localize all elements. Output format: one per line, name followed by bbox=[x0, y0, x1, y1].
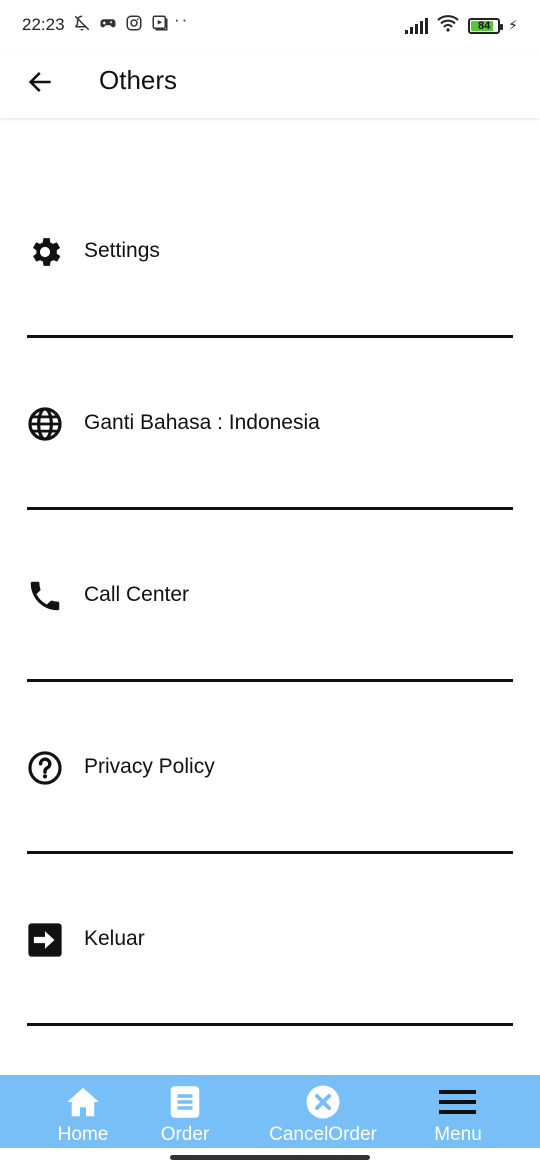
home-indicator[interactable] bbox=[170, 1155, 370, 1160]
menu-item-logout[interactable]: Keluar bbox=[0, 854, 540, 1026]
nav-item-home[interactable]: Home bbox=[24, 1075, 142, 1148]
menu-item-label: Ganti Bahasa : Indonesia bbox=[84, 411, 320, 434]
status-notification-icons bbox=[73, 14, 169, 32]
nav-label: CancelOrder bbox=[269, 1124, 377, 1145]
help-circle-icon bbox=[26, 749, 64, 787]
divider bbox=[27, 1023, 513, 1026]
back-button[interactable] bbox=[20, 64, 60, 104]
bottom-navigation: Home Order CancelOrder Menu bbox=[0, 1075, 540, 1148]
cancel-circle-icon bbox=[305, 1083, 341, 1121]
globe-icon bbox=[26, 405, 64, 443]
menu-item-settings[interactable]: Settings bbox=[0, 166, 540, 338]
nav-item-cancel-order[interactable]: CancelOrder bbox=[260, 1075, 386, 1148]
instagram-icon bbox=[125, 14, 143, 32]
nav-label: Menu bbox=[434, 1124, 482, 1145]
status-bar: 22:23 ·· 84 ⚡ bbox=[0, 0, 540, 52]
menu-item-label: Privacy Policy bbox=[84, 755, 215, 778]
nav-item-menu[interactable]: Menu bbox=[408, 1075, 508, 1148]
nav-label: Order bbox=[160, 1124, 210, 1145]
charging-icon: ⚡ bbox=[508, 17, 518, 33]
nav-item-order[interactable]: Order bbox=[132, 1075, 238, 1148]
menu-item-label: Settings bbox=[84, 239, 160, 262]
menu-item-label: Keluar bbox=[84, 927, 145, 950]
hamburger-icon bbox=[438, 1083, 478, 1121]
status-system-icons: 84 ⚡ bbox=[405, 14, 518, 37]
status-time: 22:23 bbox=[22, 15, 65, 34]
battery-level: 84 bbox=[478, 19, 491, 32]
menu-item-privacy-policy[interactable]: Privacy Policy bbox=[0, 682, 540, 854]
app-bar: Others bbox=[0, 52, 540, 118]
more-dots-icon: ·· bbox=[174, 10, 190, 29]
exit-arrow-icon bbox=[26, 921, 64, 959]
game-icon bbox=[99, 14, 117, 32]
nav-label: Home bbox=[57, 1124, 109, 1145]
document-icon bbox=[167, 1083, 203, 1121]
phone-icon bbox=[26, 577, 64, 615]
menu-item-call-center[interactable]: Call Center bbox=[0, 510, 540, 682]
home-icon bbox=[64, 1083, 102, 1121]
page-title: Others bbox=[99, 65, 178, 95]
gear-icon bbox=[26, 233, 64, 271]
battery-icon: 84 bbox=[468, 17, 504, 34]
menu-item-language[interactable]: Ganti Bahasa : Indonesia bbox=[0, 338, 540, 510]
signal-icon bbox=[405, 17, 429, 34]
menu-list: Settings Ganti Bahasa : Indonesia Call C… bbox=[0, 166, 540, 1026]
video-icon bbox=[151, 14, 169, 32]
menu-item-label: Call Center bbox=[84, 583, 190, 606]
wifi-icon bbox=[436, 14, 460, 37]
arrow-left-icon bbox=[26, 68, 54, 101]
notifications-off-icon bbox=[73, 14, 91, 32]
